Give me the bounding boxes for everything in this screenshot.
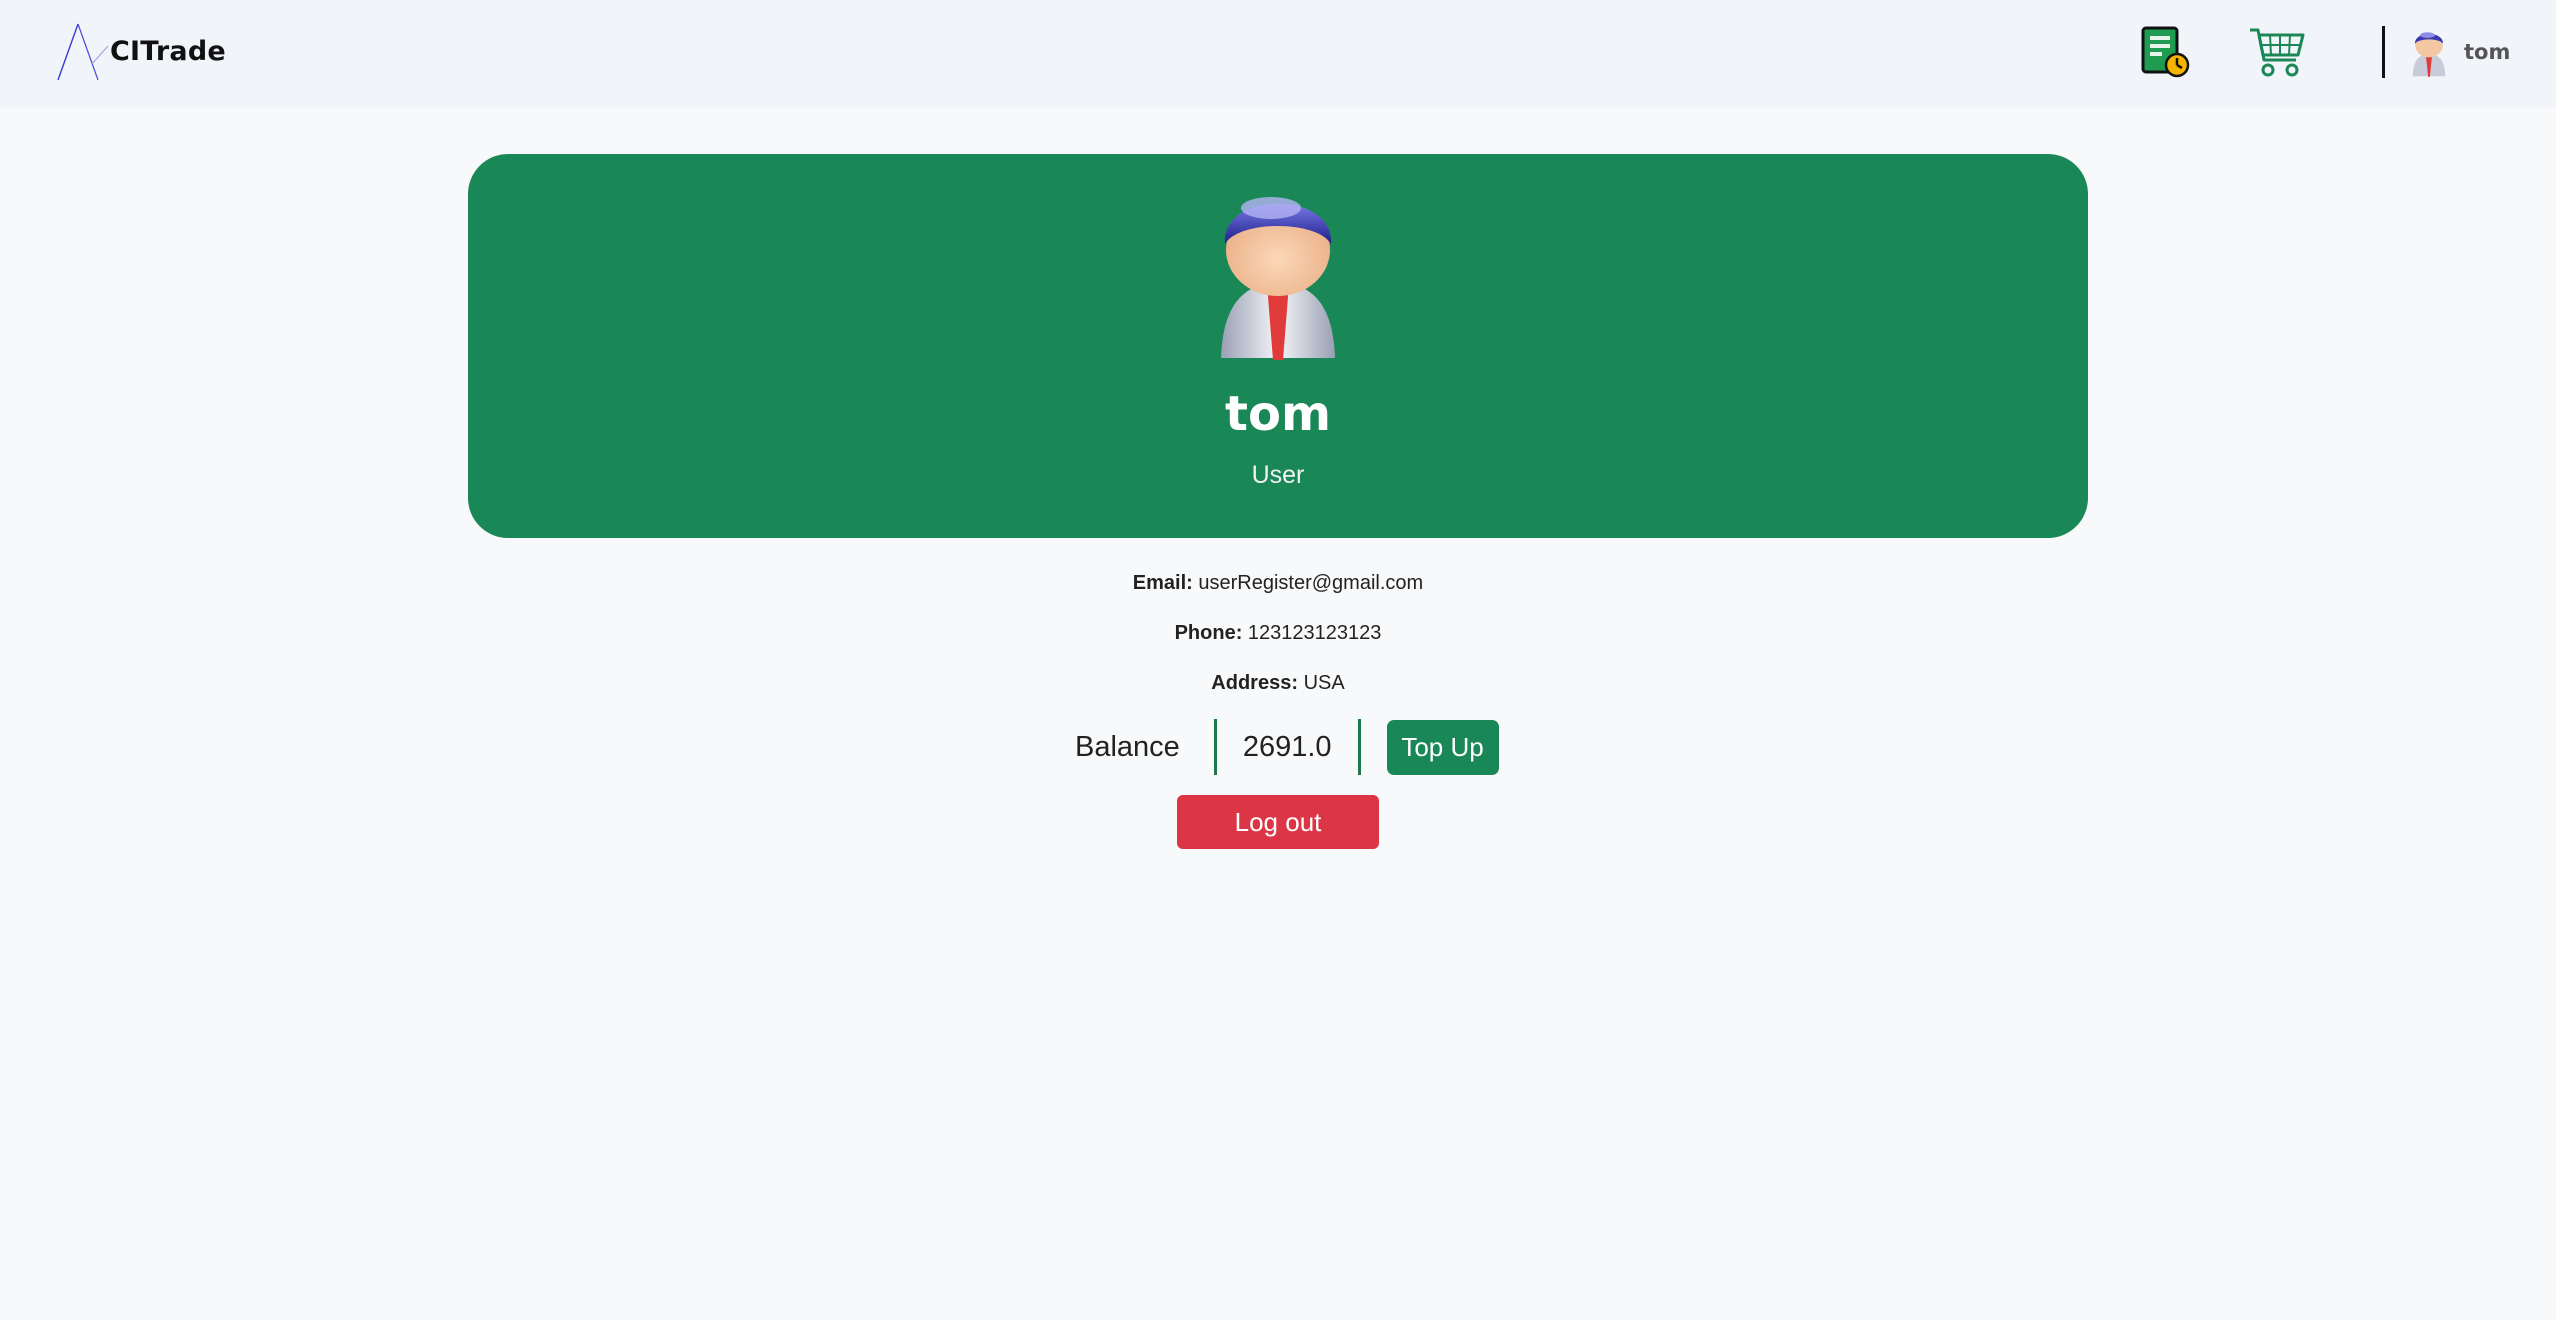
email-line: Email: userRegister@gmail.com (0, 572, 2556, 595)
balance-row: Balance 2691.0 Top Up (1075, 719, 1499, 775)
phone-label: Phone: (1174, 622, 1243, 644)
phone-value: 123123123123 (1247, 622, 1382, 644)
order-history-icon[interactable] (2140, 26, 2190, 78)
address-value: USA (1303, 672, 1345, 694)
user-avatar-icon (1221, 197, 1335, 360)
phone-line: Phone: 123123123123 (0, 622, 2556, 645)
email-label: Email: (1132, 572, 1193, 594)
navbar: CITrade tom (0, 0, 2556, 106)
nav-user-menu[interactable]: tom (2410, 24, 2510, 80)
email-value: userRegister@gmail.com (1198, 572, 1424, 594)
brand-link[interactable]: CITrade (56, 18, 226, 84)
logout-button[interactable]: Log out (1177, 795, 1379, 849)
address-line: Address: USA (0, 672, 2556, 695)
balance-label: Balance (1075, 730, 1180, 763)
balance-divider (1213, 719, 1217, 775)
nav-divider (2382, 26, 2385, 78)
balance-value: 2691.0 (1242, 730, 1332, 763)
shopping-cart-icon[interactable] (2248, 24, 2306, 80)
profile-name: tom (1225, 386, 1331, 442)
profile-card: tom User (468, 154, 2088, 538)
top-up-button[interactable]: Top Up (1386, 719, 1499, 775)
brand-name: CITrade (110, 35, 226, 67)
user-avatar-icon (2412, 32, 2446, 77)
address-label: Address: (1211, 672, 1298, 694)
brand-logo-icon (57, 23, 109, 81)
nav-username: tom (2464, 40, 2511, 64)
profile-role: User (1251, 461, 1305, 489)
balance-divider (1357, 719, 1361, 775)
